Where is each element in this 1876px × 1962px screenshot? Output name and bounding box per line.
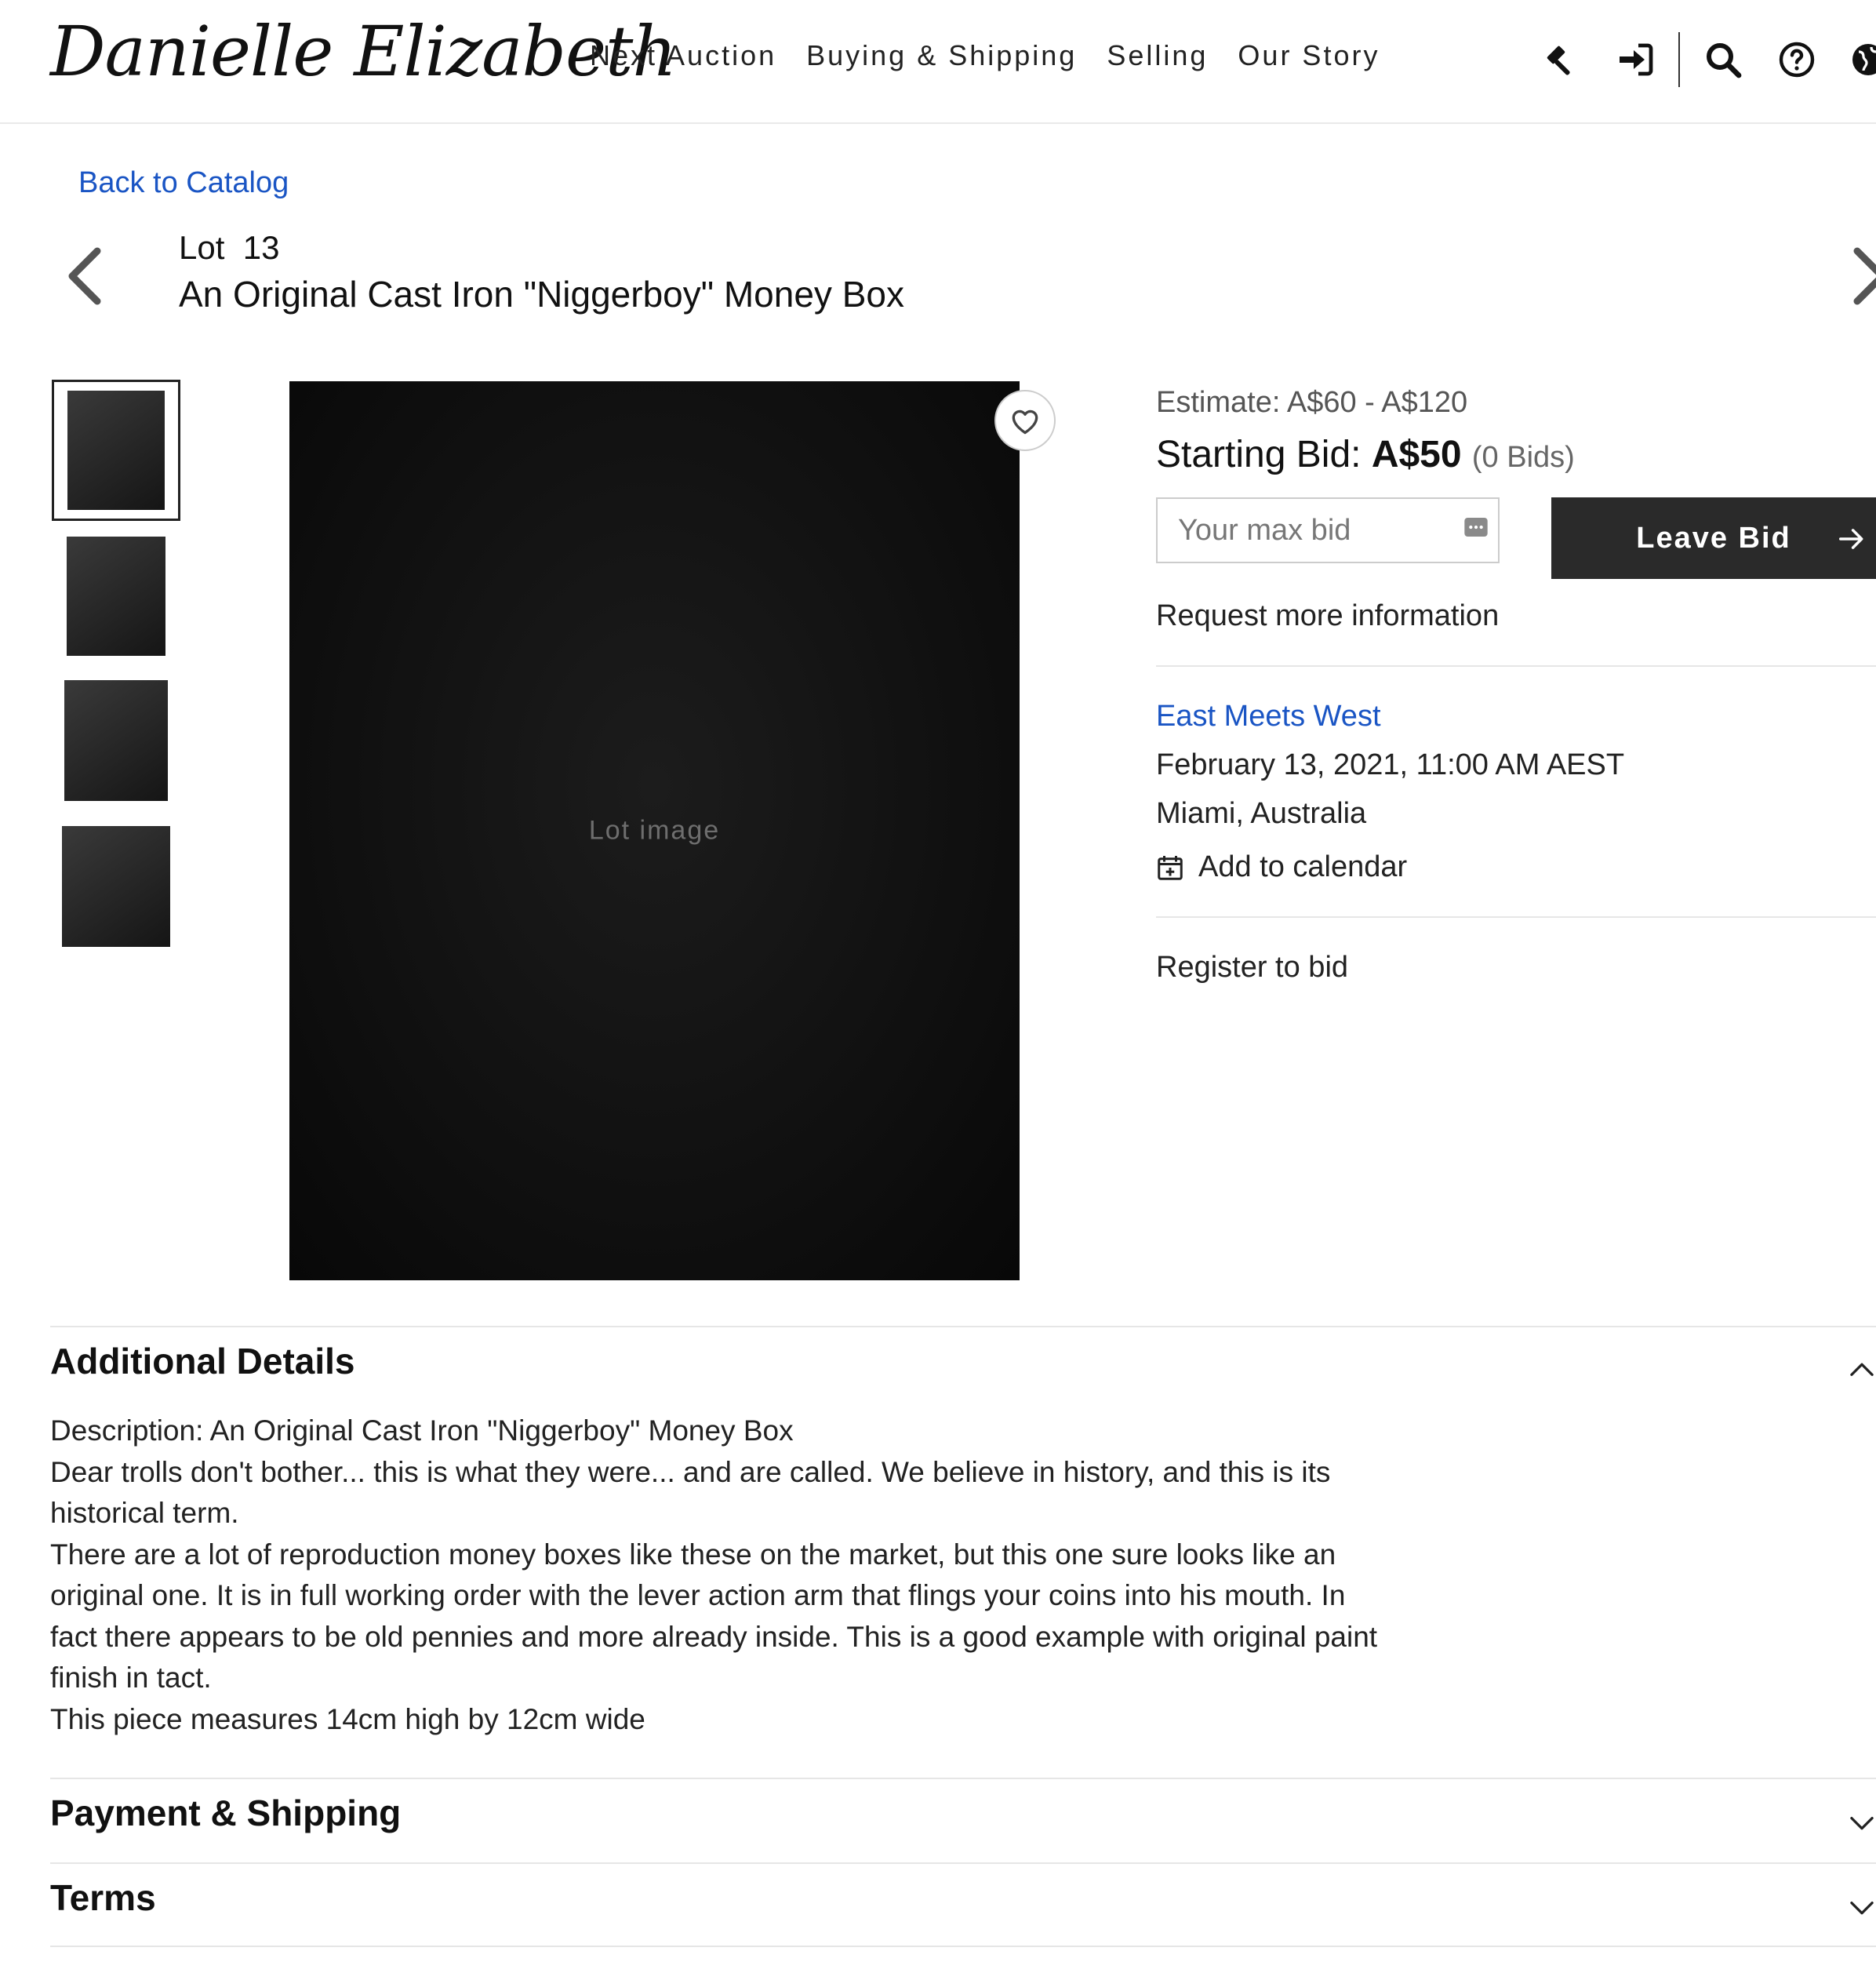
chevron-down-icon[interactable] (1848, 1897, 1876, 1920)
max-bid-input[interactable] (1156, 497, 1500, 563)
keypad-icon (1463, 515, 1489, 540)
nav-buying-shipping[interactable]: Buying & Shipping (806, 39, 1077, 72)
starting-bid: Starting Bid: A$50 (0 Bids) (1156, 433, 1575, 476)
details-line: Dear trolls don't bother... this is what… (50, 1455, 1331, 1530)
bid-count: (0 Bids) (1471, 441, 1575, 474)
chevron-down-icon[interactable] (1848, 1812, 1876, 1836)
divider (50, 1778, 1876, 1779)
header-icon-bar (1525, 31, 1876, 88)
site-header: Danielle Elizabeth Next Auction Buying &… (0, 0, 1876, 124)
leave-bid-button[interactable]: Leave Bid (1551, 497, 1876, 579)
globe-icon[interactable] (1849, 38, 1876, 81)
thumbnail-1[interactable] (52, 380, 180, 521)
auction-name-link[interactable]: East Meets West (1156, 700, 1381, 733)
estimate-text: Estimate: A$60 - A$120 (1156, 386, 1468, 419)
thumbnail-image (67, 391, 165, 510)
back-to-catalog-link[interactable]: Back to Catalog (78, 166, 289, 200)
thumbnail-image (64, 680, 168, 801)
previous-lot-chevron-icon[interactable] (63, 245, 110, 308)
main-nav: Next Auction Buying & Shipping Selling O… (590, 39, 1380, 72)
lot-title: An Original Cast Iron "Niggerboy" Money … (179, 274, 904, 315)
request-info-link[interactable]: Request more information (1156, 599, 1499, 633)
terms-heading[interactable]: Terms (50, 1876, 156, 1919)
divider (50, 1946, 1876, 1947)
thumbnail-image (62, 826, 170, 947)
nav-selling[interactable]: Selling (1107, 39, 1208, 72)
thumbnail-2[interactable] (52, 526, 180, 667)
divider (1156, 916, 1876, 918)
image-placeholder-label: Lot image (588, 815, 721, 846)
add-to-calendar-link[interactable]: Add to calendar (1156, 850, 1407, 884)
lot-number: Lot 13 (179, 229, 280, 266)
nav-our-story[interactable]: Our Story (1238, 39, 1380, 72)
gavel-icon[interactable] (1540, 38, 1583, 81)
add-to-calendar-label: Add to calendar (1198, 850, 1408, 883)
divider (1156, 665, 1876, 667)
chevron-up-icon[interactable] (1848, 1357, 1876, 1381)
thumbnail-3[interactable] (52, 670, 180, 811)
register-to-bid-link[interactable]: Register to bid (1156, 951, 1348, 985)
help-icon[interactable] (1776, 38, 1818, 81)
next-lot-chevron-icon[interactable] (1845, 245, 1876, 308)
main-lot-image[interactable]: Lot image (289, 381, 1020, 1280)
starting-bid-label: Starting Bid: (1156, 434, 1372, 475)
heart-icon (1012, 410, 1038, 435)
calendar-plus-icon (1158, 855, 1183, 880)
auction-datetime: February 13, 2021, 11:00 AM AEST (1156, 748, 1625, 781)
details-line: This piece measures 14cm high by 12cm wi… (50, 1702, 645, 1735)
payment-shipping-heading[interactable]: Payment & Shipping (50, 1792, 401, 1834)
additional-details-heading[interactable]: Additional Details (50, 1340, 354, 1382)
site-logo[interactable]: Danielle Elizabeth (50, 11, 677, 92)
arrow-right-icon (1839, 529, 1863, 549)
auction-location: Miami, Australia (1156, 797, 1367, 830)
divider (50, 1862, 1876, 1864)
starting-bid-amount: A$50 (1371, 434, 1462, 475)
additional-details-body: Description: An Original Cast Iron "Nigg… (50, 1411, 1383, 1740)
leave-bid-label: Leave Bid (1636, 521, 1791, 555)
details-line: Description: An Original Cast Iron "Nigg… (50, 1414, 794, 1447)
divider (50, 1326, 1876, 1327)
header-divider (1678, 32, 1680, 87)
favorite-heart-button[interactable] (994, 390, 1056, 451)
thumbnail-image (67, 537, 165, 656)
search-icon[interactable] (1702, 38, 1744, 81)
sign-in-icon[interactable] (1614, 38, 1656, 81)
details-line: There are a lot of reproduction money bo… (50, 1538, 1378, 1694)
nav-next-auction[interactable]: Next Auction (590, 39, 776, 72)
thumbnail-4[interactable] (52, 816, 180, 957)
